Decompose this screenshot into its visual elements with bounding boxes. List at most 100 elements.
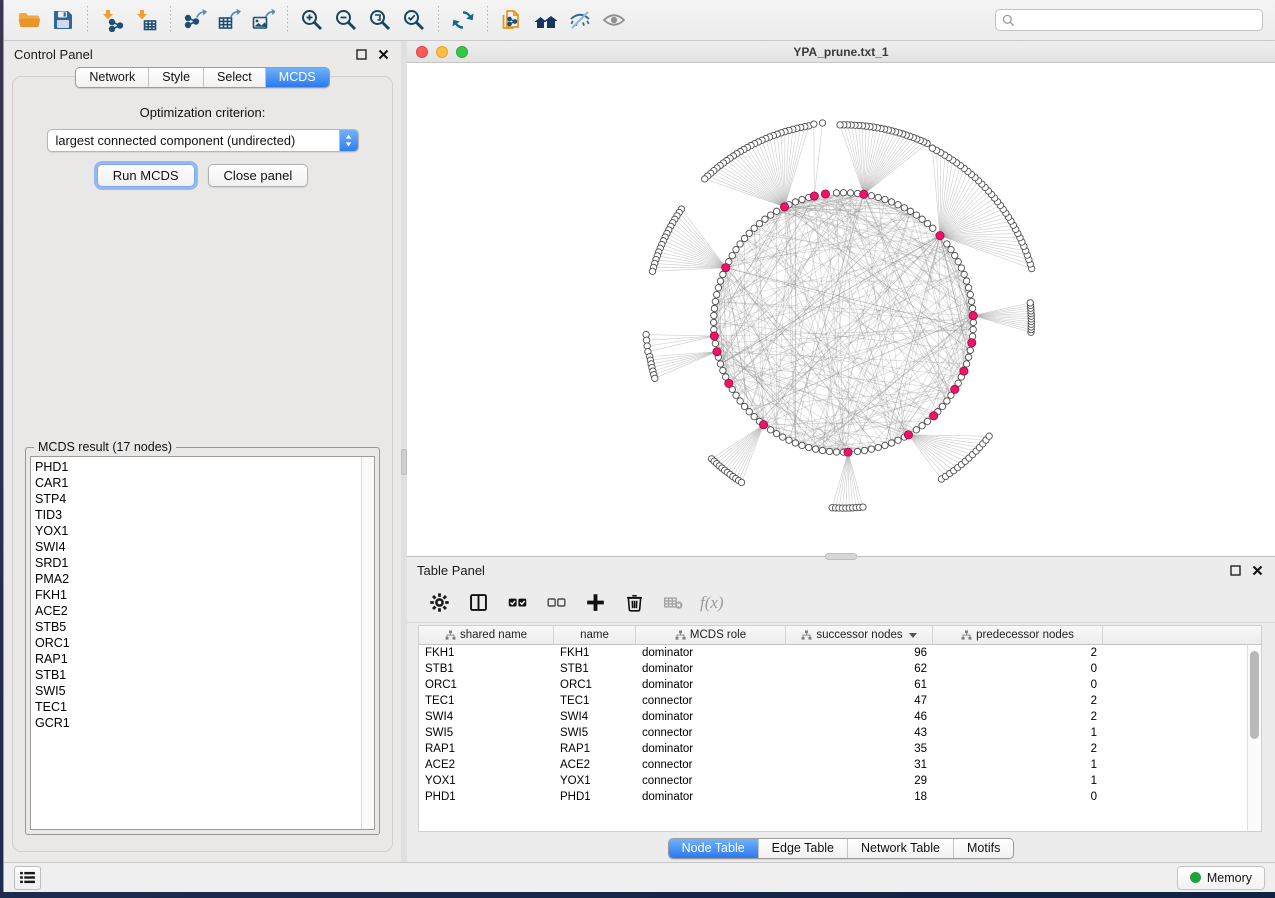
table-row[interactable]: RAP1RAP1dominator352 (419, 741, 1261, 757)
zoom-fit-content-icon[interactable] (363, 4, 397, 36)
refresh-view-icon[interactable] (446, 4, 480, 36)
table-row[interactable]: SWI5SWI5connector431 (419, 725, 1261, 741)
tab-network[interactable]: Network (76, 68, 148, 87)
tab-mcds[interactable]: MCDS (265, 68, 329, 87)
zoom-selected-icon[interactable] (397, 4, 431, 36)
first-neighbors-icon[interactable] (529, 4, 563, 36)
network-window-titlebar[interactable]: YPA_prune.txt_1 (407, 41, 1275, 63)
task-history-button[interactable] (14, 866, 41, 890)
column-settings-gear-icon[interactable] (427, 591, 451, 615)
table-row[interactable]: PHD1PHD1dominator180 (419, 789, 1261, 805)
table-row[interactable]: TEC1TEC1connector472 (419, 693, 1261, 709)
mcds-result-item[interactable]: CAR1 (35, 475, 361, 491)
add-column-icon[interactable] (583, 591, 607, 615)
mcds-result-item[interactable]: STB5 (35, 619, 361, 635)
import-table-from-file-icon[interactable] (129, 4, 163, 36)
new-network-from-selection-icon[interactable] (495, 4, 529, 36)
mcds-result-list[interactable]: PHD1CAR1STP4TID3YOX1SWI4SRD1PMA2FKH1ACE2… (31, 457, 361, 829)
zoom-out-icon[interactable] (329, 4, 363, 36)
cell-mcds_role: dominator (636, 743, 786, 755)
cell-successor_nodes: 47 (786, 695, 933, 707)
mcds-result-item[interactable]: ACE2 (35, 603, 361, 619)
table-row[interactable]: STB1STB1dominator620 (419, 661, 1261, 677)
mcds-result-item[interactable]: SWI5 (35, 683, 361, 699)
export-network-icon[interactable] (178, 4, 212, 36)
column-header-name[interactable]: name (554, 626, 636, 644)
column-header-label: name (580, 629, 609, 641)
column-header-label: MCDS role (690, 629, 746, 641)
zoom-in-icon[interactable] (295, 4, 329, 36)
mcds-result-item[interactable]: TID3 (35, 507, 361, 523)
run-mcds-button[interactable]: Run MCDS (97, 164, 195, 187)
open-file-icon[interactable] (12, 4, 46, 36)
cell-shared_name: SWI5 (419, 727, 554, 739)
close-panel-icon[interactable] (1249, 562, 1265, 578)
close-window-icon[interactable] (416, 46, 428, 58)
mcds-list-scrollbar[interactable] (361, 457, 374, 829)
cell-predecessor_nodes: 1 (933, 775, 1103, 787)
maximize-window-icon[interactable] (456, 46, 468, 58)
mcds-result-item[interactable]: RAP1 (35, 651, 361, 667)
search-input[interactable] (1019, 13, 1256, 27)
save-session-icon[interactable] (46, 4, 80, 36)
close-panel-icon[interactable] (375, 46, 391, 62)
cell-predecessor_nodes: 2 (933, 695, 1103, 707)
table-row[interactable]: FKH1FKH1dominator962 (419, 645, 1261, 661)
mcds-result-item[interactable]: YOX1 (35, 523, 361, 539)
network-graph[interactable] (407, 63, 1275, 556)
mcds-result-item[interactable]: SWI4 (35, 539, 361, 555)
hide-selected-icon[interactable] (563, 4, 597, 36)
criterion-dropdown[interactable]: largest connected component (undirected) (47, 129, 359, 152)
deselect-all-rows-icon[interactable] (544, 591, 568, 615)
column-header-label: shared name (460, 629, 527, 641)
search-field[interactable] (995, 9, 1263, 31)
toggle-column-layout-icon[interactable] (466, 591, 490, 615)
status-bar: Memory (4, 862, 1275, 892)
column-header-predecessor_nodes[interactable]: predecessor nodes (933, 626, 1103, 644)
cell-name: TEC1 (554, 695, 636, 707)
tab-motifs[interactable]: Motifs (953, 839, 1013, 858)
table-scrollbar[interactable] (1247, 645, 1261, 831)
cell-name: ORC1 (554, 679, 636, 691)
mcds-result-item[interactable]: STB1 (35, 667, 361, 683)
mcds-result-item[interactable]: PMA2 (35, 571, 361, 587)
float-panel-icon[interactable] (353, 46, 369, 62)
table-row[interactable]: SWI4SWI4dominator462 (419, 709, 1261, 725)
table-panel: Table Panel (407, 557, 1275, 862)
tab-select[interactable]: Select (203, 68, 265, 87)
close-panel-button[interactable]: Close panel (208, 164, 309, 187)
export-image-icon[interactable] (246, 4, 280, 36)
mcds-result-item[interactable]: FKH1 (35, 587, 361, 603)
tab-network-table[interactable]: Network Table (847, 839, 953, 858)
tab-edge-table[interactable]: Edge Table (758, 839, 847, 858)
select-all-rows-icon[interactable] (505, 591, 529, 615)
export-table-icon[interactable] (212, 4, 246, 36)
column-header-shared_name[interactable]: shared name (419, 626, 554, 644)
table-row[interactable]: YOX1YOX1connector291 (419, 773, 1261, 789)
mcds-result-item[interactable]: SRD1 (35, 555, 361, 571)
column-header-mcds_role[interactable]: MCDS role (636, 626, 786, 644)
table-scrollbar-thumb[interactable] (1250, 651, 1259, 739)
cell-mcds_role: dominator (636, 663, 786, 675)
memory-button[interactable]: Memory (1177, 866, 1265, 890)
import-network-from-file-icon[interactable] (95, 4, 129, 36)
show-all-icon[interactable] (597, 4, 631, 36)
mcds-result-item[interactable]: TEC1 (35, 699, 361, 715)
tab-style[interactable]: Style (148, 68, 203, 87)
float-panel-icon[interactable] (1227, 562, 1243, 578)
table-row[interactable]: ORC1ORC1dominator610 (419, 677, 1261, 693)
mcds-result-item[interactable]: ORC1 (35, 635, 361, 651)
horizontal-splitter-grip[interactable] (825, 553, 857, 560)
delete-column-icon[interactable] (622, 591, 646, 615)
mcds-result-item[interactable]: PHD1 (35, 459, 361, 475)
table-row[interactable]: ACE2ACE2connector311 (419, 757, 1261, 773)
network-canvas[interactable] (407, 63, 1275, 556)
main-toolbar (4, 0, 1275, 41)
splitter-grip[interactable] (401, 449, 407, 475)
minimize-window-icon[interactable] (436, 46, 448, 58)
control-panel: Control Panel NetworkStyleSelectMCDS Opt… (4, 41, 401, 862)
tab-node-table[interactable]: Node Table (669, 839, 758, 858)
column-header-successor_nodes[interactable]: successor nodes (786, 626, 933, 644)
mcds-result-item[interactable]: GCR1 (35, 715, 361, 731)
mcds-result-item[interactable]: STP4 (35, 491, 361, 507)
